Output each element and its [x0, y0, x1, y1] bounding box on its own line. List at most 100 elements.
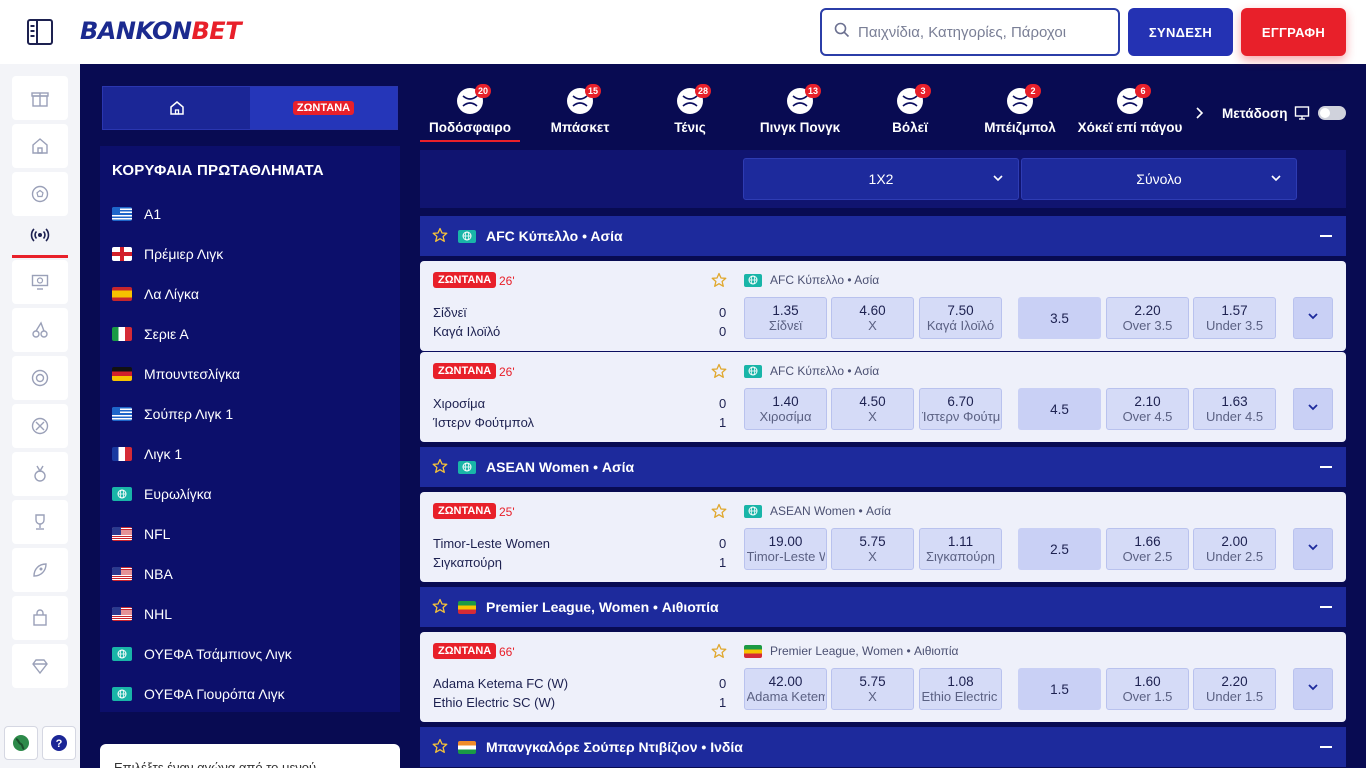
odds-button[interactable]: 1.08Ethio Electric SC (W) [919, 668, 1002, 710]
medal-icon[interactable] [12, 452, 68, 496]
league-item[interactable]: NFL [112, 524, 170, 544]
total-odds-button[interactable]: 1.66 Over 2.5 [1106, 528, 1189, 570]
cherries-icon[interactable] [12, 308, 68, 352]
shopping-bag-icon[interactable] [12, 596, 68, 640]
away-team[interactable]: Ίστερν Φούτμπολ [433, 415, 534, 430]
league-item[interactable]: Λιγκ 1 [112, 444, 182, 464]
diamond-icon[interactable] [12, 644, 68, 688]
favorite-star-icon[interactable] [711, 363, 727, 384]
total-odds-button[interactable]: 1.60 Over 1.5 [1106, 668, 1189, 710]
away-team[interactable]: Σιγκαπούρη [433, 555, 502, 570]
stream-toggle[interactable] [1318, 106, 1346, 120]
competition-header[interactable]: Premier League, Women • Αιθιοπία [420, 587, 1346, 627]
league-item[interactable]: NHL [112, 604, 172, 624]
league-item[interactable]: Σούπερ Λιγκ 1 [112, 404, 233, 424]
brand-logo[interactable]: BANKONBET [80, 17, 242, 45]
away-team[interactable]: Ethio Electric SC (W) [433, 695, 555, 710]
market-select-1x2[interactable]: 1X2 [743, 158, 1019, 200]
chevron-right-icon[interactable] [1194, 106, 1206, 125]
sport-tab[interactable]: 13 Πινγκ Πονγκ [740, 84, 860, 142]
favorite-star-icon[interactable] [432, 738, 448, 757]
favorite-star-icon[interactable] [432, 458, 448, 477]
league-item[interactable]: Λα Λίγκα [112, 284, 199, 304]
odds-button[interactable]: 6.70Ίστερν Φούτμπολ [919, 388, 1002, 430]
sport-tab[interactable]: 2 Μπέιζμπολ [960, 84, 1080, 142]
total-odds-button[interactable]: 1.63 Under 4.5 [1193, 388, 1276, 430]
sidebar-toggle-icon[interactable] [24, 16, 56, 48]
sport-tab[interactable]: 28 Τένις [630, 84, 750, 142]
odds-value: 5.75 [859, 534, 886, 549]
odds-button[interactable]: 4.50 X [831, 388, 914, 430]
odds-button[interactable]: 1.35 Σίδνεϊ [744, 297, 827, 339]
total-odds-button[interactable]: 2.10 Over 4.5 [1106, 388, 1189, 430]
sport-tab[interactable]: 3 Βόλεϊ [850, 84, 970, 142]
expand-markets-button[interactable] [1293, 297, 1333, 339]
odds-button[interactable]: 42.00Adama Ketema FC (W) [744, 668, 827, 710]
odds-button[interactable]: 5.75 X [831, 528, 914, 570]
competition-flag-icon [744, 273, 762, 287]
sport-tab[interactable]: 20 Ποδόσφαιρο [410, 84, 530, 142]
total-odds-button[interactable]: 2.20 Over 3.5 [1106, 297, 1189, 339]
league-item[interactable]: A1 [112, 204, 161, 224]
live-broadcast-icon[interactable] [12, 214, 68, 258]
search-box[interactable] [820, 8, 1120, 56]
rocket-icon[interactable] [12, 548, 68, 592]
roulette-icon[interactable] [12, 356, 68, 400]
league-item[interactable]: Μπουντεσλίγκα [112, 364, 240, 384]
favorite-star-icon[interactable] [711, 503, 727, 524]
expand-markets-button[interactable] [1293, 668, 1333, 710]
total-odds-button[interactable]: 2.20 Under 1.5 [1193, 668, 1276, 710]
league-item[interactable]: Σεριε Α [112, 324, 189, 344]
search-input[interactable] [858, 23, 1108, 41]
favorite-star-icon[interactable] [711, 643, 727, 664]
favorite-star-icon[interactable] [432, 227, 448, 246]
odds-button[interactable]: 1.40 Χιροσίμα [744, 388, 827, 430]
total-odds-button[interactable]: 2.00 Under 2.5 [1193, 528, 1276, 570]
collapse-icon[interactable] [1320, 746, 1332, 748]
login-button[interactable]: ΣΥΝΔΕΣΗ [1128, 8, 1233, 56]
competition-header[interactable]: AFC Κύπελλο • Ασία [420, 216, 1346, 256]
home-team[interactable]: Σίδνεϊ [433, 305, 466, 320]
sport-tab[interactable]: 6 Χόκεϊ επί πάγου [1070, 84, 1190, 142]
favorite-star-icon[interactable] [711, 272, 727, 293]
odds-button[interactable]: 7.50 Καγά Ιλοϊλό [919, 297, 1002, 339]
league-item[interactable]: NBA [112, 564, 173, 584]
home-score: 0 [719, 676, 727, 691]
collapse-icon[interactable] [1320, 606, 1332, 608]
odds-button[interactable]: 5.75 X [831, 668, 914, 710]
collapse-icon[interactable] [1320, 235, 1332, 237]
home-icon[interactable] [12, 124, 68, 168]
trophy-icon[interactable] [12, 500, 68, 544]
gift-icon[interactable] [12, 76, 68, 120]
competition-header[interactable]: ASEAN Women • Ασία [420, 447, 1346, 487]
expand-markets-button[interactable] [1293, 528, 1333, 570]
globe-icon[interactable] [4, 726, 38, 760]
ice-hockey-icon: 6 [1117, 84, 1151, 114]
away-team[interactable]: Καγά Ιλοϊλό [433, 324, 500, 339]
register-button[interactable]: ΕΓΓΡΑΦΗ [1241, 8, 1346, 56]
home-team[interactable]: Χιροσίμα [433, 396, 485, 411]
virtual-monitor-icon[interactable] [12, 260, 68, 304]
odds-button[interactable]: 4.60 X [831, 297, 914, 339]
collapse-icon[interactable] [1320, 466, 1332, 468]
odds-button[interactable]: 19.00Timor-Leste Women [744, 528, 827, 570]
total-odds-button[interactable]: 1.57 Under 3.5 [1193, 297, 1276, 339]
home-team[interactable]: Adama Ketema FC (W) [433, 676, 568, 691]
tab-home[interactable] [103, 87, 250, 129]
match-row: ΖΩΝΤΑΝΑ 26' AFC Κύπελλο • Ασία Χιροσίμα Ίστε… [420, 352, 1346, 442]
home-team[interactable]: Timor-Leste Women [433, 536, 550, 551]
poker-chip-icon[interactable] [12, 404, 68, 448]
tab-live[interactable]: ΖΩΝΤΑΝΑ [250, 87, 397, 129]
soccer-icon[interactable] [12, 172, 68, 216]
sport-tab[interactable]: 15 Μπάσκετ [520, 84, 640, 142]
help-icon[interactable]: ? [42, 726, 76, 760]
league-item[interactable]: ΟΥΕΦΑ Τσάμπιονς Λιγκ [112, 644, 292, 664]
odds-button[interactable]: 1.11 Σιγκαπούρη [919, 528, 1002, 570]
competition-header[interactable]: Μπανγκαλόρε Σούπερ Ντιβίζιον • Ινδία [420, 727, 1346, 767]
market-select-total[interactable]: Σύνολο [1021, 158, 1297, 200]
league-item[interactable]: Ευρωλίγκα [112, 484, 212, 504]
league-item[interactable]: ΟΥΕΦΑ Γιουρόπα Λιγκ [112, 684, 285, 704]
expand-markets-button[interactable] [1293, 388, 1333, 430]
favorite-star-icon[interactable] [432, 598, 448, 617]
league-item[interactable]: Πρέμιερ Λιγκ [112, 244, 223, 264]
